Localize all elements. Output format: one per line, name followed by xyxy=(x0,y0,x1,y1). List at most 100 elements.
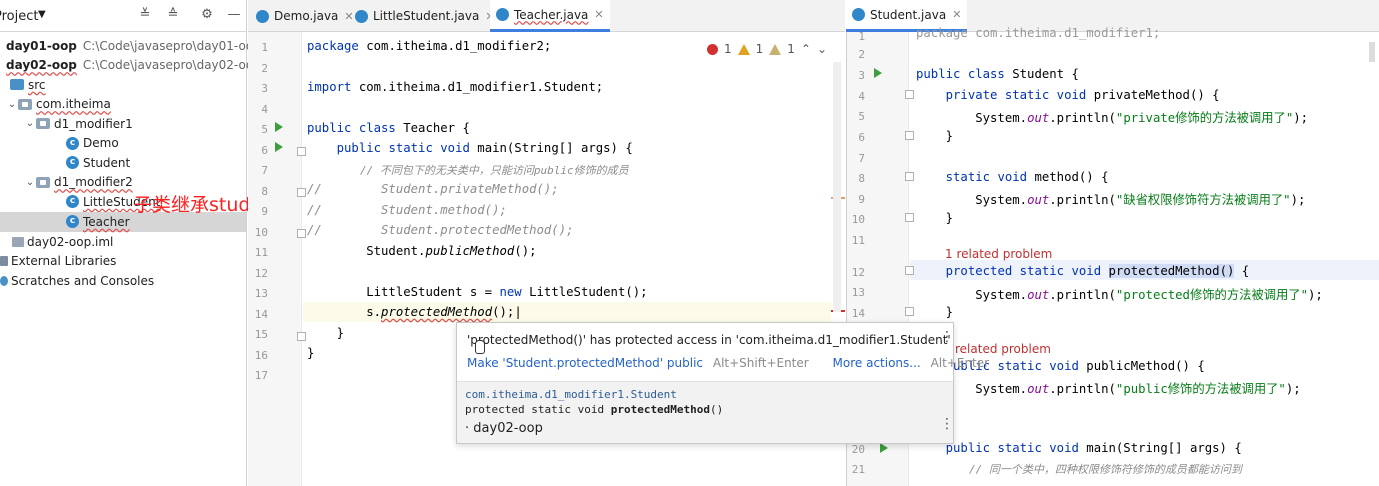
code-line-9: System.out.println("缺省权限修饰符方法被调用了"); xyxy=(916,193,1306,207)
tree-item-label: com.itheima xyxy=(36,97,111,112)
line-number: 3 xyxy=(858,69,865,82)
code-line-21: // 同一个类中，四种权限修饰符修饰的成员都能访问到 xyxy=(916,463,1242,476)
fold-marker-icon[interactable] xyxy=(297,147,306,156)
tab-label: LittleStudent.java xyxy=(373,9,480,23)
fold-marker-icon[interactable] xyxy=(905,307,914,316)
error-tooltip-popup[interactable]: 'protectedMethod()' has protected access… xyxy=(456,322,989,444)
run-main-icon[interactable] xyxy=(880,443,888,453)
library-icon xyxy=(0,256,8,267)
tree-item-com-itheima[interactable]: ⌄ com.itheima xyxy=(0,95,246,115)
code-line-7: // 不同包下的无关类中，只能访问public修饰的成员 xyxy=(307,164,629,177)
run-class-icon[interactable] xyxy=(874,68,882,78)
code-line-14: s.protectedMethod();| xyxy=(307,305,522,319)
more-actions-link[interactable]: More actions... xyxy=(833,356,921,370)
warning-count: 1 xyxy=(755,42,764,56)
tree-item-label: External Libraries xyxy=(11,254,117,269)
tree-item-iml[interactable]: day02-oop.iml xyxy=(0,232,246,252)
doc-signature-method: protectedMethod xyxy=(610,403,711,416)
fold-marker-icon[interactable] xyxy=(905,172,914,181)
inspection-widget[interactable]: 1 1 1 ⌃ ⌄ xyxy=(706,42,827,56)
fold-marker-icon[interactable] xyxy=(905,213,914,222)
doc-options-icon[interactable]: ⋮ xyxy=(940,417,954,431)
project-panel: Project ▼ ≚ ≙ ⚙ — day01-oop C:\Code\java… xyxy=(0,0,261,486)
tree-item-external-libraries[interactable]: External Libraries xyxy=(0,252,246,272)
project-panel-title[interactable]: Project xyxy=(0,9,38,24)
line-number: 14 xyxy=(851,307,865,320)
tree-item-label: Student xyxy=(83,155,131,170)
tree-item-day01-oop[interactable]: day01-oop C:\Code\javasepro\day01-oop xyxy=(0,36,261,56)
tab-demo-java[interactable]: Demo.java ✕ xyxy=(256,0,354,32)
related-problem-label[interactable]: related problem xyxy=(955,342,1051,356)
line-number: 9 xyxy=(858,193,865,206)
line-number: 1 xyxy=(858,30,865,43)
code-line-8: static void method() { xyxy=(945,170,1109,184)
fold-marker-icon[interactable] xyxy=(297,188,306,197)
close-icon[interactable]: ✕ xyxy=(594,8,603,21)
chevron-down-icon[interactable]: ⌄ xyxy=(24,177,36,188)
line-number: 10 xyxy=(254,225,268,239)
expand-all-icon[interactable]: ≚ xyxy=(137,7,153,23)
close-icon[interactable]: ✕ xyxy=(344,10,353,23)
project-view-dropdown-icon[interactable]: ▼ xyxy=(38,9,46,20)
scrollbar[interactable] xyxy=(1369,42,1375,62)
run-main-icon[interactable] xyxy=(275,142,283,152)
fold-marker-icon[interactable] xyxy=(905,131,914,140)
code-line-3: public class Student { xyxy=(916,67,1079,81)
next-problem-icon[interactable]: ⌄ xyxy=(817,42,827,56)
doc-module: · day02-oop xyxy=(465,421,543,436)
doc-signature: protected static void protectedMethod() xyxy=(465,403,723,416)
line-number: 8 xyxy=(261,184,268,198)
tree-item-student[interactable]: c Student xyxy=(0,153,246,173)
related-problem-label[interactable]: 1 related problem xyxy=(945,247,1052,261)
previous-problem-icon[interactable]: ⌃ xyxy=(801,42,811,56)
collapse-all-icon[interactable]: ≙ xyxy=(165,7,181,23)
code-line-20: public static void main(String[] args) { xyxy=(945,441,1242,455)
module-name: day02-oop xyxy=(473,421,543,436)
line-number: 9 xyxy=(261,205,268,218)
tree-item-src[interactable]: src xyxy=(0,75,246,95)
line-number: 8 xyxy=(858,172,865,185)
line-number: 5 xyxy=(261,123,268,136)
line-number: 14 xyxy=(254,307,268,321)
code-line-1: package com.itheima.d1_modifier2; xyxy=(307,39,552,53)
line-number: 4 xyxy=(261,102,268,116)
package-icon xyxy=(36,176,50,188)
tree-item-scratches[interactable]: Scratches and Consoles xyxy=(0,271,246,291)
line-number: 13 xyxy=(851,286,865,299)
warning-icon xyxy=(737,43,750,55)
close-icon[interactable]: ✕ xyxy=(952,8,961,21)
code-line-13: System.out.println("protected修饰的方法被调用了")… xyxy=(916,288,1323,302)
editor-gutter[interactable] xyxy=(248,32,302,486)
fold-marker-icon[interactable] xyxy=(297,332,306,341)
run-class-icon[interactable] xyxy=(275,122,283,132)
tab-label: Teacher.java xyxy=(514,7,589,22)
package-icon xyxy=(36,118,50,130)
tree-item-demo[interactable]: c Demo xyxy=(0,134,246,154)
code-line-11: Student.publicMethod(); xyxy=(307,244,537,258)
line-number: 4 xyxy=(858,90,865,103)
mouse-cursor-icon xyxy=(475,340,485,354)
tree-item-d1-modifier1[interactable]: ⌄ d1_modifier1 xyxy=(0,114,246,134)
line-number: 11 xyxy=(851,234,865,247)
make-public-action[interactable]: Make 'Student.protectedMethod' public xyxy=(467,356,703,370)
hide-panel-icon[interactable]: — xyxy=(226,7,242,23)
fold-marker-icon[interactable] xyxy=(297,229,306,238)
more-options-icon[interactable]: ⋮ xyxy=(940,330,954,344)
line-number: 5 xyxy=(858,110,865,123)
error-message: 'protectedMethod()' has protected access… xyxy=(467,333,951,347)
doc-class-name[interactable]: com.itheima.d1_modifier1.Student xyxy=(465,388,677,401)
tree-item-day02-oop[interactable]: day02-oop C:\Code\javasepro\day02-oop xyxy=(0,56,261,76)
fold-marker-icon[interactable] xyxy=(905,266,914,275)
chevron-down-icon[interactable]: ⌄ xyxy=(6,99,18,110)
fold-marker-icon[interactable] xyxy=(905,90,914,99)
weak-warning-icon xyxy=(769,43,782,55)
tab-teacher-java[interactable]: Teacher.java ✕ xyxy=(490,0,610,32)
code-line-14: } xyxy=(916,305,954,319)
java-class-icon xyxy=(852,8,865,21)
doc-signature-suffix: () xyxy=(710,403,724,416)
gear-icon[interactable]: ⚙ xyxy=(199,7,215,23)
tab-littlestudent-java[interactable]: LittleStudent.java ✕ xyxy=(355,0,495,32)
line-number: 20 xyxy=(851,443,865,456)
chevron-down-icon[interactable]: ⌄ xyxy=(24,118,36,129)
scrollbar[interactable] xyxy=(833,62,841,312)
